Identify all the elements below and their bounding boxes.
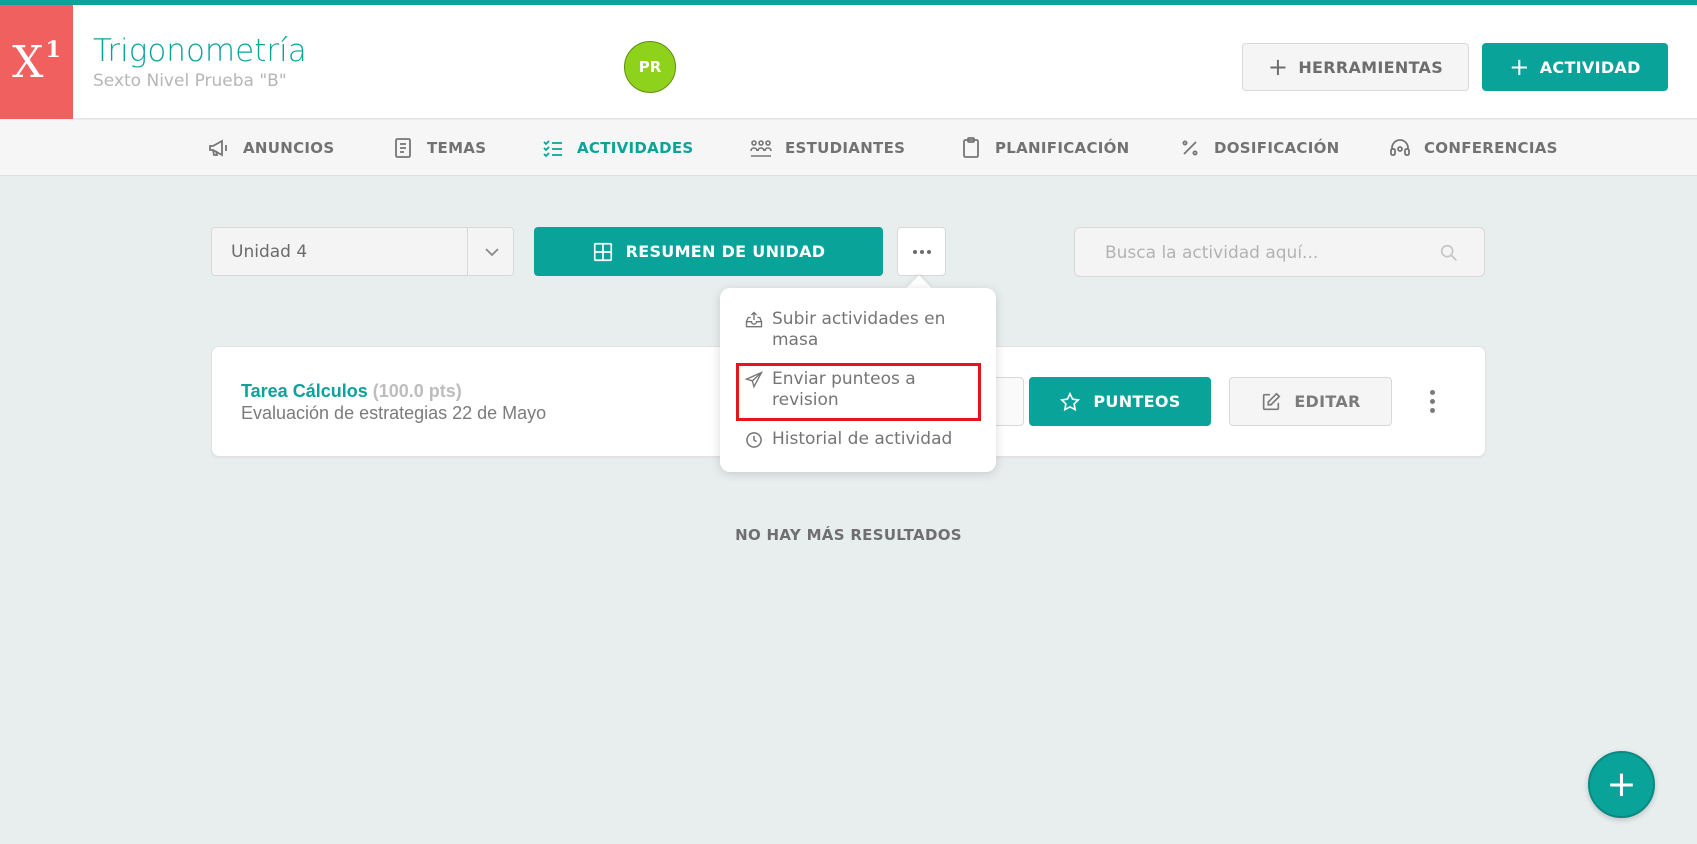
clock-icon <box>746 432 762 448</box>
menu-item-bulk-upload[interactable]: Subir actividades en masa <box>744 309 984 351</box>
edit-button-label: EDITAR <box>1294 392 1361 411</box>
tools-button[interactable]: + HERRAMIENTAS <box>1242 43 1469 91</box>
nav-item-actividades[interactable]: ACTIVIDADES <box>541 120 693 176</box>
ellipsis-icon <box>912 249 931 254</box>
kebab-menu-icon[interactable] <box>1420 381 1444 421</box>
activity-points: (100.0 pts) <box>372 381 462 401</box>
menu-item-label: Historial de actividad <box>772 429 953 449</box>
search-icon[interactable] <box>1438 242 1460 264</box>
edit-button[interactable]: EDITAR <box>1229 377 1392 426</box>
course-header: X1 Trigonometría Sexto Nivel Prueba "B" … <box>0 5 1697 119</box>
add-activity-button[interactable]: + ACTIVIDAD <box>1482 43 1668 91</box>
checklist-icon <box>543 140 562 158</box>
activity-title[interactable]: Tarea Cálculos <box>241 381 368 401</box>
activity-subtitle: Evaluación de estrategias 22 de Mayo <box>241 403 547 423</box>
app-logo[interactable]: X1 <box>0 5 73 119</box>
percent-icon <box>1182 140 1198 156</box>
upload-tray-icon <box>745 311 763 328</box>
nav-item-planificacion[interactable]: PLANIFICACIÓN <box>959 120 1130 176</box>
floating-add-button[interactable]: + <box>1588 751 1655 818</box>
nav-item-label: CONFERENCIAS <box>1424 139 1558 157</box>
nav-item-conferencias[interactable]: CONFERENCIAS <box>1388 120 1558 176</box>
unit-summary-label: RESUMEN DE UNIDAD <box>625 242 826 261</box>
nav-item-temas[interactable]: TEMAS <box>391 120 486 176</box>
nav-item-dosificacion[interactable]: DOSIFICACIÓN <box>1178 120 1340 176</box>
grid-icon <box>593 242 612 261</box>
clipboard-icon <box>963 137 979 158</box>
search-input[interactable] <box>1105 241 1435 265</box>
select-divider <box>467 228 468 275</box>
course-title: Trigonometría <box>93 33 307 69</box>
menu-item-label: Subir actividades en masa <box>772 309 946 350</box>
nav-item-label: ESTUDIANTES <box>785 139 906 157</box>
more-options-button[interactable] <box>897 227 946 276</box>
add-activity-button-label: ACTIVIDAD <box>1539 57 1641 77</box>
course-nav: ANUNCIOS TEMAS ACTIVIDADES ESTUDIANTES P… <box>0 120 1697 176</box>
punteos-button[interactable]: PUNTEOS <box>1029 377 1211 426</box>
chevron-down-icon <box>485 248 499 257</box>
tools-button-label: HERRAMIENTAS <box>1298 57 1444 77</box>
no-more-results: NO HAY MÁS RESULTADOS <box>735 526 962 544</box>
nav-item-label: DOSIFICACIÓN <box>1214 139 1340 157</box>
unit-select[interactable]: Unidad 4 <box>211 227 514 276</box>
course-subtitle: Sexto Nivel Prueba "B" <box>93 71 287 91</box>
nav-item-label: PLANIFICACIÓN <box>995 139 1130 157</box>
unit-select-value: Unidad 4 <box>231 242 308 262</box>
plus-icon: + <box>1509 53 1530 81</box>
activity-search <box>1074 227 1485 277</box>
user-avatar[interactable]: PR <box>624 41 676 93</box>
plus-icon: + <box>1267 53 1289 81</box>
logo-text: X <box>12 36 44 88</box>
activity-title-line: Tarea Cálculos (100.0 pts) <box>241 381 462 402</box>
nav-item-label: ANUNCIOS <box>243 139 335 157</box>
megaphone-icon <box>209 139 227 157</box>
headset-icon <box>1390 139 1410 156</box>
menu-item-activity-history[interactable]: Historial de actividad <box>744 429 984 450</box>
nav-item-anuncios[interactable]: ANUNCIOS <box>207 120 334 176</box>
punteos-button-label: PUNTEOS <box>1093 392 1181 411</box>
star-icon <box>1060 391 1081 411</box>
highlight-box <box>736 363 981 421</box>
unit-summary-button[interactable]: RESUMEN DE UNIDAD <box>534 227 883 276</box>
book-icon <box>395 138 411 158</box>
nav-item-label: ACTIVIDADES <box>577 139 694 157</box>
nav-item-estudiantes[interactable]: ESTUDIANTES <box>749 120 905 176</box>
logo-superscript: 1 <box>45 37 61 63</box>
students-icon <box>750 140 772 157</box>
nav-item-label: TEMAS <box>427 139 487 157</box>
edit-icon <box>1263 392 1281 410</box>
